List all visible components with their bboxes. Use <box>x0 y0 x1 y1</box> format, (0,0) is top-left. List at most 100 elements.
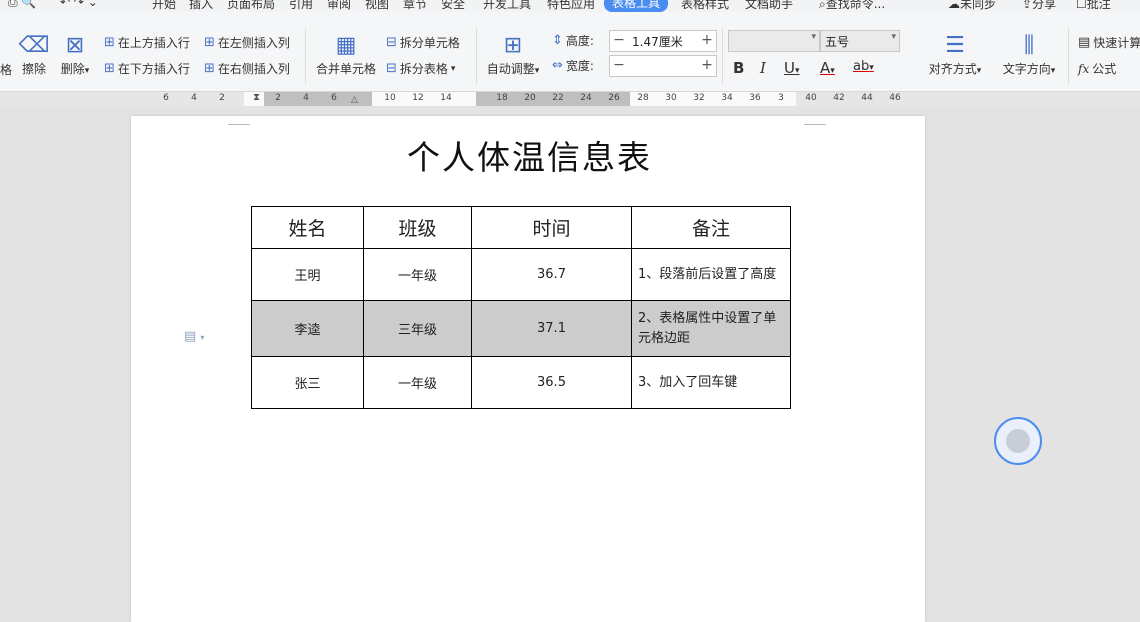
insert-col-left-button[interactable]: ⊞ 在左侧插入列 <box>204 34 290 51</box>
eraser-icon: ⌫ <box>18 33 50 58</box>
tab-special-apps[interactable]: 特色应用 <box>547 0 595 12</box>
ribbon-separator <box>305 28 306 84</box>
undo-icon[interactable]: ↶ ↷ ⌄ <box>60 0 98 9</box>
insert-row-below-icon: ⊞ <box>104 61 115 76</box>
table-header-row[interactable]: 姓名 班级 时间 备注 <box>251 206 791 249</box>
text-direction-button[interactable]: ⫼ 文字方向▾ <box>998 32 1060 77</box>
print-icon[interactable]: ⎙ 🔍 <box>8 0 36 10</box>
ribbon-separator <box>476 28 477 84</box>
tab-review[interactable]: 审阅 <box>327 0 351 12</box>
tab-doc-assistant[interactable]: 文档助手 <box>745 0 793 12</box>
sync-status[interactable]: ☁未同步 <box>948 0 996 12</box>
italic-button[interactable]: I <box>760 59 766 77</box>
temp-cell[interactable]: 36.5 <box>471 356 632 409</box>
merge-cells-button[interactable]: ▦ 合并单元格 <box>313 32 379 77</box>
search-command[interactable]: ⌕查找命令... <box>819 0 885 12</box>
menu-bar: ⎙ 🔍 ↶ ↷ ⌄ 开始 插入 页面布局 引用 审阅 视图 章节 安全 开发工具… <box>0 0 1140 12</box>
comment-icon: ☐ <box>1076 0 1087 11</box>
temp-cell[interactable]: 36.7 <box>471 248 632 301</box>
table-row[interactable]: 王明 一年级 36.7 1、段落前后设置了高度 <box>251 248 791 301</box>
share-icon: ⇪ <box>1022 0 1033 11</box>
row-height-icon: ⇕ <box>552 33 563 48</box>
header-cell[interactable]: 时间 <box>471 206 632 249</box>
width-stepper[interactable]: − + <box>609 55 717 77</box>
assistant-avatar[interactable] <box>994 417 1042 465</box>
page-title[interactable]: 个人体温信息表 <box>407 131 652 179</box>
tab-insert[interactable]: 插入 <box>189 0 213 12</box>
delete-button[interactable]: ⊠ 删除▾ <box>56 32 94 77</box>
temp-cell[interactable]: 37.1 <box>471 300 632 357</box>
ribbon-separator <box>1068 28 1069 84</box>
width-decrease-button[interactable]: − <box>610 56 628 76</box>
comment-button[interactable]: ☐批注 <box>1076 0 1111 12</box>
note-cell[interactable]: 2、表格属性中设置了单元格边距 <box>631 300 791 357</box>
share-button[interactable]: ⇪分享 <box>1022 0 1056 12</box>
split-cells-icon: ⊟ <box>386 35 397 50</box>
data-table[interactable]: 姓名 班级 时间 备注 王明 一年级 36.7 1、段落前后设置了高度 李逵 三… <box>251 206 791 409</box>
tab-home[interactable]: 开始 <box>152 0 176 12</box>
name-cell[interactable]: 王明 <box>251 248 364 301</box>
height-input[interactable]: 1.47厘米 <box>632 33 683 50</box>
name-cell[interactable]: 张三 <box>251 356 364 409</box>
font-color-button[interactable]: A▾ <box>820 59 835 77</box>
tab-page-layout[interactable]: 页面布局 <box>227 0 275 12</box>
column-width-icon: ⇔ <box>552 58 563 73</box>
note-cell[interactable]: 1、段落前后设置了高度 <box>631 248 791 301</box>
tab-developer[interactable]: 开发工具 <box>483 0 531 12</box>
chevron-down-icon: ▾ <box>811 32 816 42</box>
highlight-button[interactable]: ab▾ <box>853 59 874 74</box>
insert-row-above-icon: ⊞ <box>104 35 115 50</box>
quick-calc-button[interactable]: ▤ 快速计算 <box>1078 34 1140 51</box>
robot-icon <box>1006 429 1030 453</box>
tab-table-style[interactable]: 表格样式 <box>681 0 729 12</box>
tab-references[interactable]: 引用 <box>289 0 313 12</box>
height-increase-button[interactable]: + <box>698 31 716 51</box>
height-stepper[interactable]: − 1.47厘米 + <box>609 30 717 52</box>
class-cell[interactable]: 一年级 <box>363 248 472 301</box>
insert-row-below-button[interactable]: ⊞ 在下方插入行 <box>104 60 190 77</box>
bold-button[interactable]: B <box>733 59 744 77</box>
erase-button[interactable]: ⌫ 擦除 <box>18 32 50 77</box>
indent-marker-icon[interactable]: ⧗ <box>253 92 260 103</box>
font-name-select[interactable]: ▾ <box>728 30 820 52</box>
auto-fit-button[interactable]: ⊞ 自动调整▾ <box>484 32 542 77</box>
tab-view[interactable]: 视图 <box>365 0 389 12</box>
ribbon-separator <box>722 28 723 84</box>
merge-cells-icon: ▦ <box>335 33 357 58</box>
cloud-icon: ☁ <box>948 0 960 11</box>
tab-table-tools[interactable]: 表格工具 <box>604 0 669 12</box>
font-size-select[interactable]: 五号 ▾ <box>820 30 900 52</box>
text-direction-icon: ⫼ <box>1023 33 1035 58</box>
formula-icon: fx <box>1078 61 1090 76</box>
name-cell[interactable]: 李逵 <box>251 300 364 357</box>
header-cell[interactable]: 班级 <box>363 206 472 249</box>
insert-row-above-button[interactable]: ⊞ 在上方插入行 <box>104 34 190 51</box>
header-cell[interactable]: 姓名 <box>251 206 364 249</box>
tab-security[interactable]: 安全 <box>441 0 465 12</box>
ribbon-cut-label: 格 <box>0 63 13 77</box>
tab-stop-icon[interactable]: △ <box>351 95 358 105</box>
tab-chapter[interactable]: 章节 <box>403 0 427 12</box>
search-icon: ⌕ <box>819 0 826 11</box>
header-cell[interactable]: 备注 <box>631 206 791 249</box>
split-cells-button[interactable]: ⊟ 拆分单元格 <box>386 34 460 51</box>
paragraph-layout-icon[interactable]: ▤ ▾ <box>184 329 204 344</box>
delete-table-icon: ⊠ <box>65 33 85 58</box>
split-table-button[interactable]: ⊟ 拆分表格 ▾ <box>386 60 455 77</box>
insert-col-right-button[interactable]: ⊞ 在右侧插入列 <box>204 60 290 77</box>
note-cell[interactable]: 3、加入了回车键 <box>631 356 791 409</box>
horizontal-ruler[interactable]: 6 4 2 2 4 6 10 12 14 18 20 22 24 26 28 3… <box>0 92 1140 106</box>
formula-button[interactable]: fx 公式 <box>1078 60 1116 77</box>
chevron-down-icon: ▾ <box>891 32 896 42</box>
table-row[interactable]: 李逵 三年级 37.1 2、表格属性中设置了单元格边距 <box>251 300 791 357</box>
align-button[interactable]: ☰ 对齐方式▾ <box>924 32 986 77</box>
insert-col-left-icon: ⊞ <box>204 35 215 50</box>
ribbon: 格 ⌫ 擦除 ⊠ 删除▾ ⊞ 在上方插入行 ⊞ 在下方插入行 ⊞ 在左侧插入列 ⊞ 在右… <box>0 12 1140 92</box>
insert-col-right-icon: ⊞ <box>204 61 215 76</box>
underline-button[interactable]: U▾ <box>784 59 800 77</box>
class-cell[interactable]: 三年级 <box>363 300 472 357</box>
width-increase-button[interactable]: + <box>698 56 716 76</box>
table-row[interactable]: 张三 一年级 36.5 3、加入了回车键 <box>251 356 791 409</box>
class-cell[interactable]: 一年级 <box>363 356 472 409</box>
height-decrease-button[interactable]: − <box>610 31 628 51</box>
